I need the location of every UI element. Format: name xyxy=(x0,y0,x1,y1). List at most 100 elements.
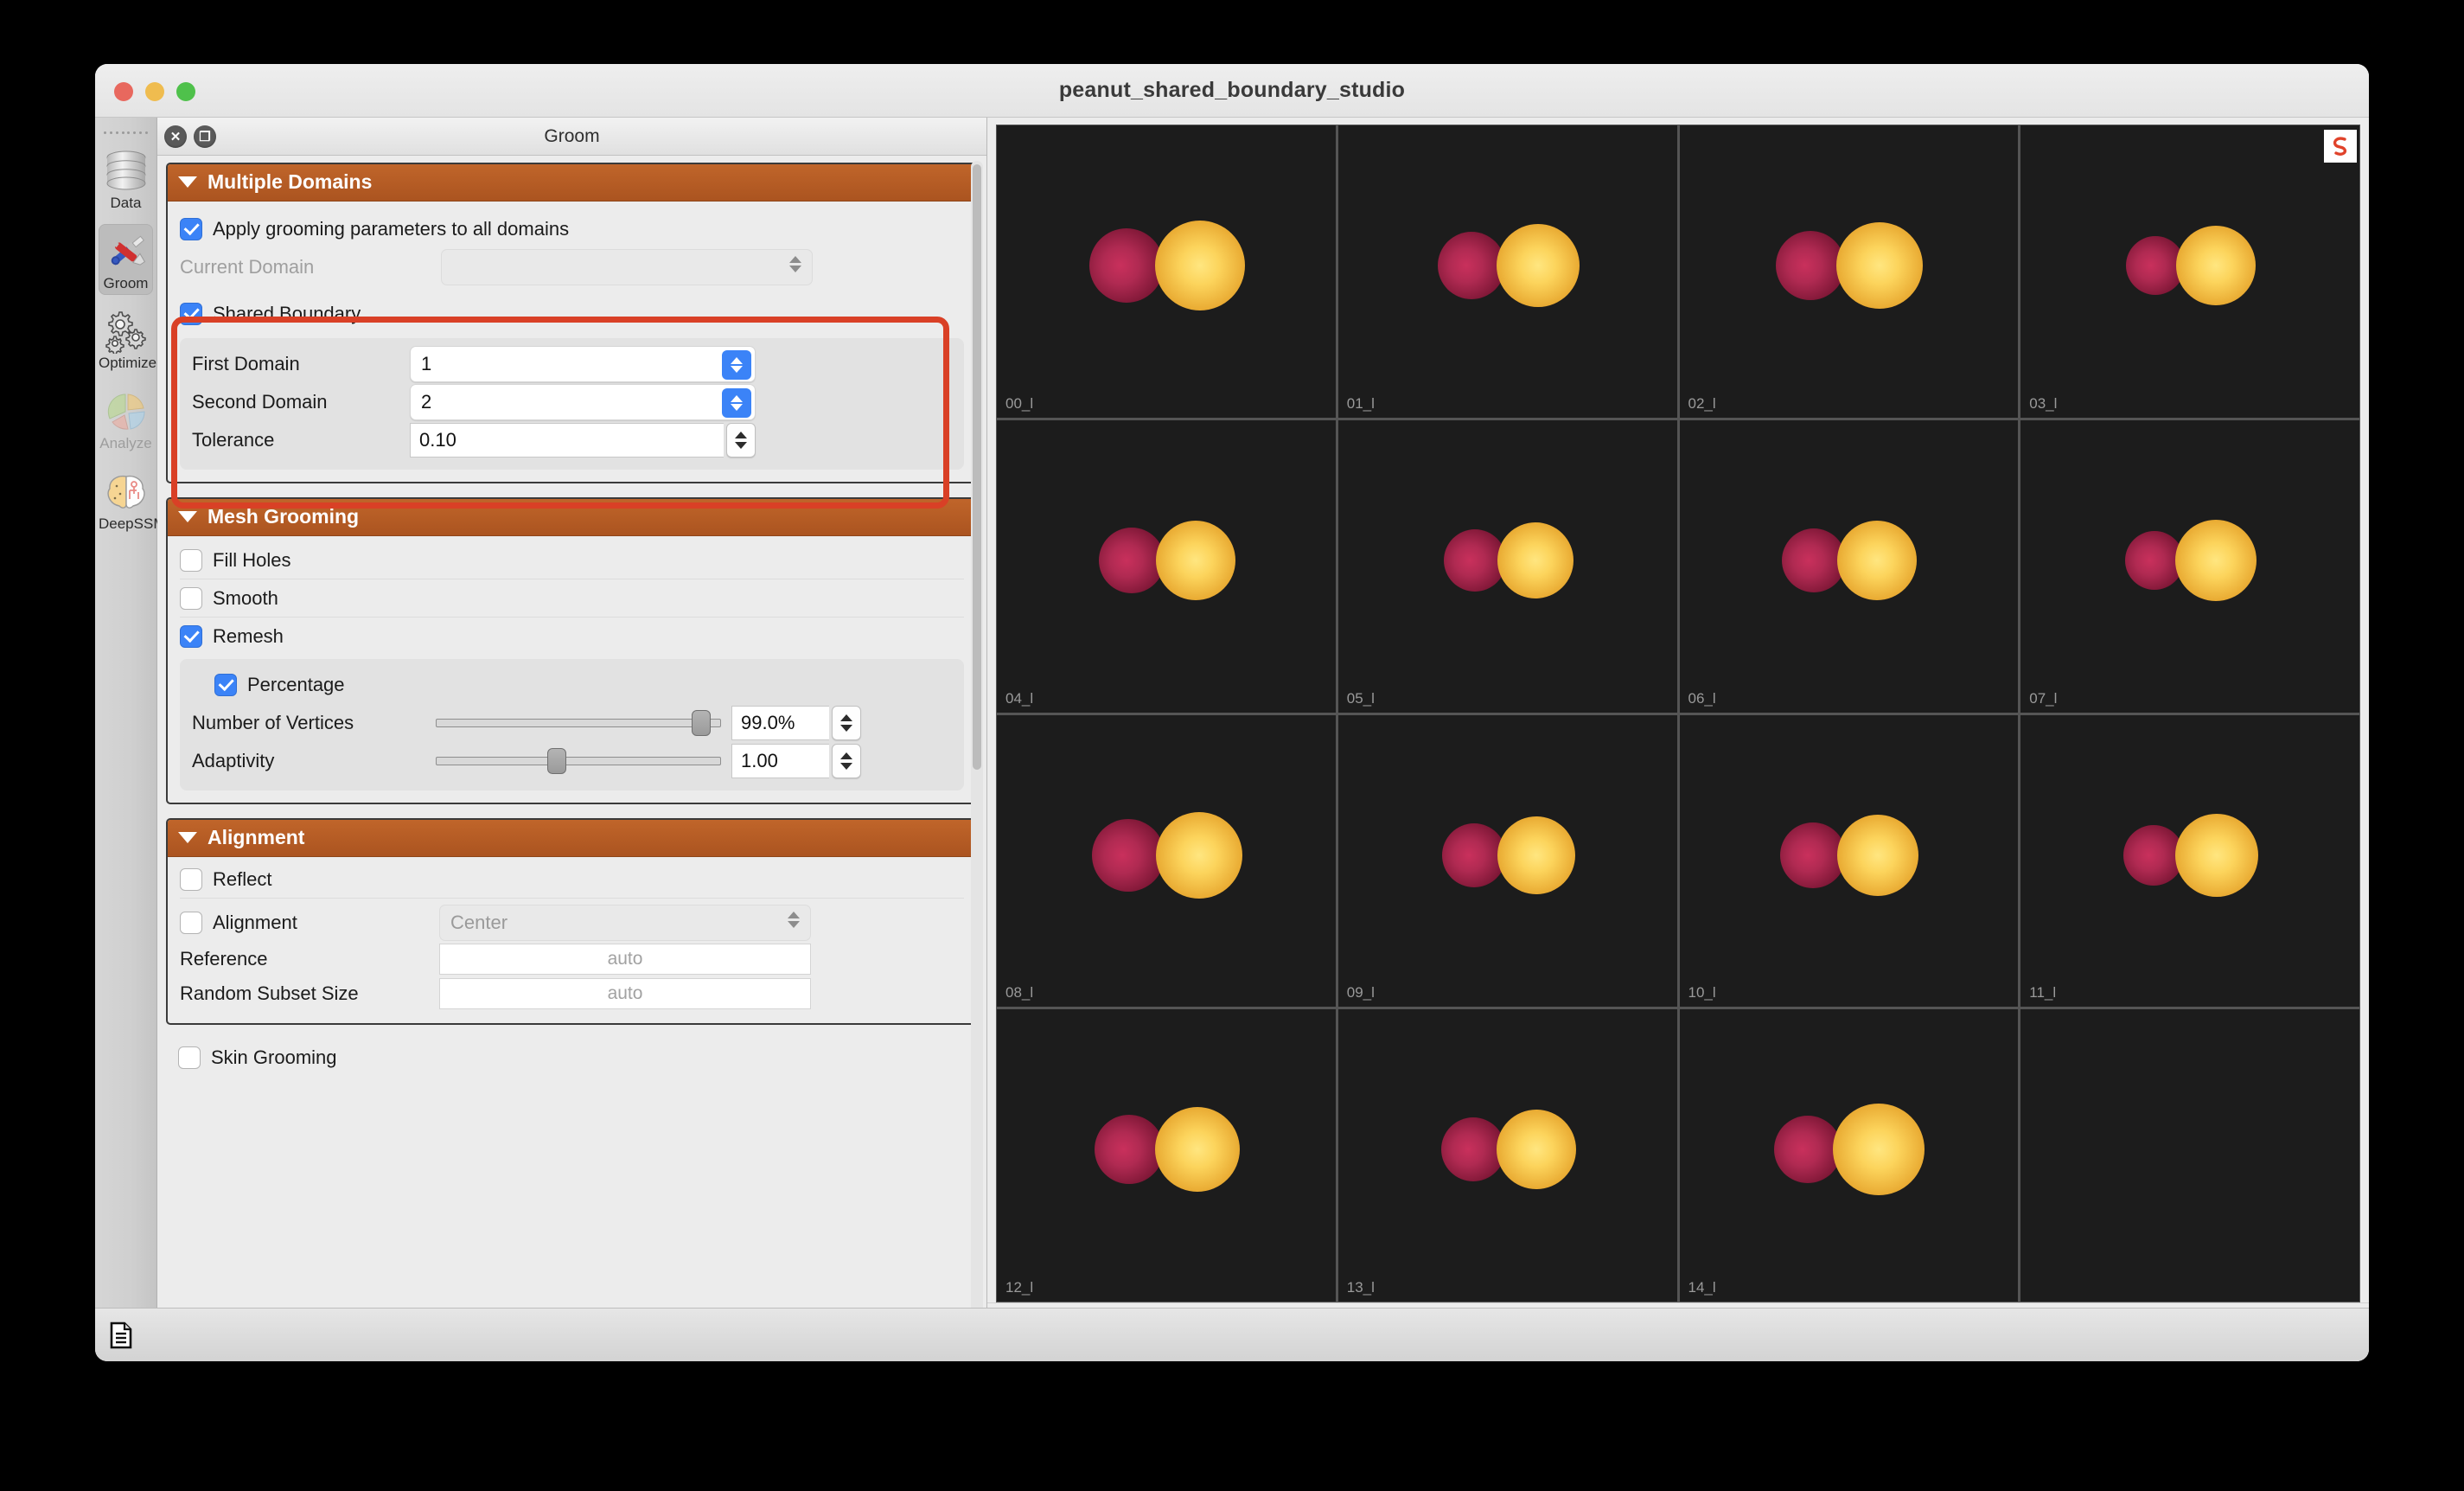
number-of-vertices-slider[interactable] xyxy=(436,708,721,738)
gears-icon xyxy=(105,311,146,355)
domain2-shape xyxy=(1497,522,1574,598)
alignment-checkbox[interactable] xyxy=(180,912,202,934)
viewer-cell-14_l[interactable]: 14_l xyxy=(1679,1009,2019,1302)
sidebar-item-groom[interactable]: Groom xyxy=(99,223,153,296)
row-reference: Reference auto xyxy=(180,942,964,976)
row-apply-all-domains: Apply grooming parameters to all domains xyxy=(180,210,964,248)
domain2-shape xyxy=(1836,222,1924,310)
row-shared-boundary: Shared Boundary xyxy=(180,295,964,333)
viewer-cell-11_l[interactable]: 11_l xyxy=(2020,714,2359,1008)
domain1-shape xyxy=(1437,232,1505,300)
adaptivity-stepper-icon[interactable] xyxy=(832,744,861,778)
domain2-shape xyxy=(2175,813,2259,897)
shared-boundary-label: Shared Boundary xyxy=(213,303,361,324)
viewer-cell-00_l[interactable]: 00_l xyxy=(997,125,1336,418)
viewer-cell-label: 07_l xyxy=(2029,689,2058,707)
viewer-area: 00_l 01_l 02_l 03_l 04_l 05_l 06_l 07_l 08_l 09_l… xyxy=(987,118,2369,1361)
viewer-cell-10_l[interactable]: 10_l xyxy=(1679,714,2019,1008)
row-first-domain: First Domain 1 xyxy=(192,345,952,383)
alignment-mode-select[interactable]: Center xyxy=(439,905,811,941)
viewer-cell-13_l[interactable]: 13_l xyxy=(1337,1009,1677,1302)
adaptivity-slider[interactable] xyxy=(436,746,721,776)
group-title-label: Alignment xyxy=(207,826,305,848)
current-domain-select[interactable] xyxy=(441,249,813,285)
random-subset-size-label: Random Subset Size xyxy=(180,982,359,1004)
row-reflect: Reflect xyxy=(180,861,964,899)
viewer-cell-12_l[interactable]: 12_l xyxy=(997,1009,1336,1302)
first-domain-select[interactable]: 1 xyxy=(410,346,756,382)
viewer-cell-empty[interactable] xyxy=(2020,1009,2359,1302)
sidebar-item-deepssm[interactable]: DeepSSM xyxy=(99,464,165,536)
panel-scrollbar-thumb[interactable] xyxy=(973,164,981,770)
viewer-cell-05_l[interactable]: 05_l xyxy=(1337,419,1677,713)
viewer-cell-label: 10_l xyxy=(1688,984,1716,1001)
sidebar-item-label: Data xyxy=(110,195,142,211)
reference-label: Reference xyxy=(180,948,268,969)
pie-chart-icon xyxy=(107,394,145,430)
first-domain-label: First Domain xyxy=(192,353,300,374)
viewer-cell-02_l[interactable]: 02_l xyxy=(1679,125,2019,418)
row-fill-holes: Fill Holes xyxy=(180,541,964,579)
adaptivity-spinbox[interactable]: 1.00 xyxy=(731,744,861,778)
adaptivity-value[interactable]: 1.00 xyxy=(731,744,829,778)
sidebar-item-data[interactable]: Data xyxy=(99,144,153,215)
slider-knob[interactable] xyxy=(547,748,566,774)
reflect-checkbox[interactable] xyxy=(180,867,202,891)
panel-scroll-area: Multiple Domains Apply grooming paramete… xyxy=(157,156,986,1361)
tolerance-spinbox[interactable]: 0.10 xyxy=(410,423,756,458)
group-title-label: Multiple Domains xyxy=(207,170,373,193)
domain1-shape xyxy=(1088,228,1164,304)
viewer-cell-03_l[interactable]: 03_l xyxy=(2020,125,2359,418)
stepper-icon[interactable] xyxy=(722,388,751,418)
alignment-mode-value: Center xyxy=(450,912,508,933)
viewer-cell-08_l[interactable]: 08_l xyxy=(997,714,1336,1008)
viewer-cell-label: 12_l xyxy=(1005,1279,1034,1296)
fill-holes-checkbox[interactable] xyxy=(180,548,202,572)
slider-knob[interactable] xyxy=(692,710,711,736)
chevron-down-icon xyxy=(178,832,197,843)
shared-boundary-subpanel: First Domain 1 Second Domain 2 Tolerance… xyxy=(180,338,964,470)
group-header-mesh-grooming[interactable]: Mesh Grooming xyxy=(168,499,976,536)
log-document-icon[interactable] xyxy=(109,1321,133,1349)
viewer-cell-09_l[interactable]: 09_l xyxy=(1337,714,1677,1008)
row-remesh: Remesh xyxy=(180,618,964,656)
tolerance-stepper-icon[interactable] xyxy=(726,423,756,458)
row-alignment-mode: Alignment Center xyxy=(180,904,964,942)
sidebar-item-analyze[interactable]: Analyze xyxy=(99,384,153,456)
viewer-cell-07_l[interactable]: 07_l xyxy=(2020,419,2359,713)
group-header-multiple-domains[interactable]: Multiple Domains xyxy=(168,164,976,202)
current-domain-label: Current Domain xyxy=(180,256,315,278)
percentage-checkbox[interactable] xyxy=(214,674,237,696)
tolerance-value[interactable]: 0.10 xyxy=(410,423,724,458)
number-of-vertices-value[interactable]: 99.0% xyxy=(731,706,829,740)
sidebar-item-optimize[interactable]: Optimize xyxy=(99,304,156,375)
database-icon xyxy=(106,150,145,190)
remesh-checkbox[interactable] xyxy=(180,625,202,648)
shared-boundary-checkbox[interactable] xyxy=(180,303,202,325)
title-bar: peanut_shared_boundary_studio xyxy=(95,64,2369,118)
row-current-domain: Current Domain xyxy=(180,248,964,286)
stepper-icon[interactable] xyxy=(722,350,751,380)
reference-input[interactable]: auto xyxy=(439,944,811,975)
alignment-label: Alignment xyxy=(213,912,297,933)
skin-grooming-checkbox[interactable] xyxy=(178,1046,201,1069)
vertices-stepper-icon[interactable] xyxy=(832,706,861,740)
viewer-cell-04_l[interactable]: 04_l xyxy=(997,419,1336,713)
chevron-updown-icon xyxy=(789,256,801,272)
group-mesh-grooming: Mesh Grooming Fill Holes Smooth Remesh P… xyxy=(166,497,978,804)
number-of-vertices-spinbox[interactable]: 99.0% xyxy=(731,706,861,740)
smooth-checkbox[interactable] xyxy=(180,586,202,610)
group-header-alignment[interactable]: Alignment xyxy=(168,820,976,857)
sidebar-item-label: Groom xyxy=(103,274,149,291)
second-domain-select[interactable]: 2 xyxy=(410,384,756,420)
viewer-cell-01_l[interactable]: 01_l xyxy=(1337,125,1677,418)
apply-all-domains-checkbox[interactable] xyxy=(180,218,202,240)
panel-scrollbar[interactable] xyxy=(971,161,983,1346)
viewer-cell-06_l[interactable]: 06_l xyxy=(1679,419,2019,713)
window-title: peanut_shared_boundary_studio xyxy=(1058,78,1406,102)
group-title-label: Mesh Grooming xyxy=(207,505,360,528)
random-subset-size-input[interactable]: auto xyxy=(439,978,811,1009)
domain1-shape xyxy=(1441,822,1506,887)
row-number-of-vertices: Number of Vertices 99.0% xyxy=(192,704,952,742)
domain2-shape xyxy=(1155,520,1235,600)
